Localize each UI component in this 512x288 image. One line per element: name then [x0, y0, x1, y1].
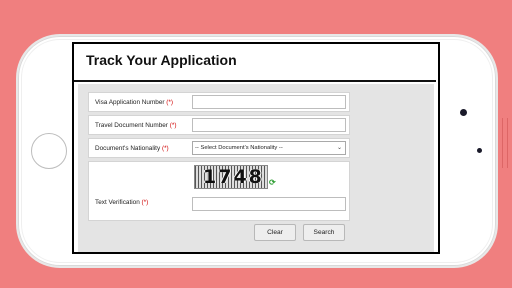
scrollbar[interactable] — [502, 118, 508, 168]
title-divider — [74, 80, 436, 82]
visa-number-label-text: Visa Application Number — [95, 99, 165, 106]
visa-number-input[interactable] — [192, 95, 346, 109]
visa-number-row: Visa Application Number (*) — [88, 92, 350, 112]
captcha-image: 1748 — [194, 165, 268, 189]
camera-icon — [460, 109, 467, 116]
required-mark: (*) — [166, 99, 174, 106]
verification-label-text: Text Verification — [95, 199, 140, 206]
home-button[interactable] — [31, 133, 67, 169]
app-screen: Track Your Application Visa Application … — [72, 42, 440, 254]
nationality-selected-value: -- Select Document's Nationality -- — [195, 145, 283, 151]
verification-input[interactable] — [192, 197, 346, 211]
nationality-label-text: Document's Nationality — [95, 145, 161, 152]
verification-row: 1748 ⟳ Text Verification (*) — [88, 161, 350, 221]
verification-label: Text Verification (*) — [95, 199, 148, 206]
travel-document-label-text: Travel Document Number — [95, 122, 168, 129]
clear-button[interactable]: Clear — [254, 224, 296, 241]
travel-document-input[interactable] — [192, 118, 346, 132]
sensor-icon — [477, 148, 482, 153]
refresh-captcha-icon[interactable]: ⟳ — [269, 178, 276, 187]
travel-document-row: Travel Document Number (*) — [88, 115, 350, 135]
nationality-select[interactable]: -- Select Document's Nationality -- ⌄ — [192, 141, 346, 155]
required-mark: (*) — [169, 122, 177, 129]
required-mark: (*) — [141, 199, 149, 206]
nationality-row: Document's Nationality (*) -- Select Doc… — [88, 138, 350, 158]
page-title: Track Your Application — [86, 52, 237, 68]
search-button[interactable]: Search — [303, 224, 345, 241]
nationality-label: Document's Nationality (*) — [95, 145, 169, 152]
travel-document-label: Travel Document Number (*) — [95, 122, 176, 129]
chevron-down-icon: ⌄ — [336, 145, 342, 151]
required-mark: (*) — [161, 145, 169, 152]
visa-number-label: Visa Application Number (*) — [95, 99, 173, 106]
captcha-text: 1748 — [203, 166, 264, 188]
